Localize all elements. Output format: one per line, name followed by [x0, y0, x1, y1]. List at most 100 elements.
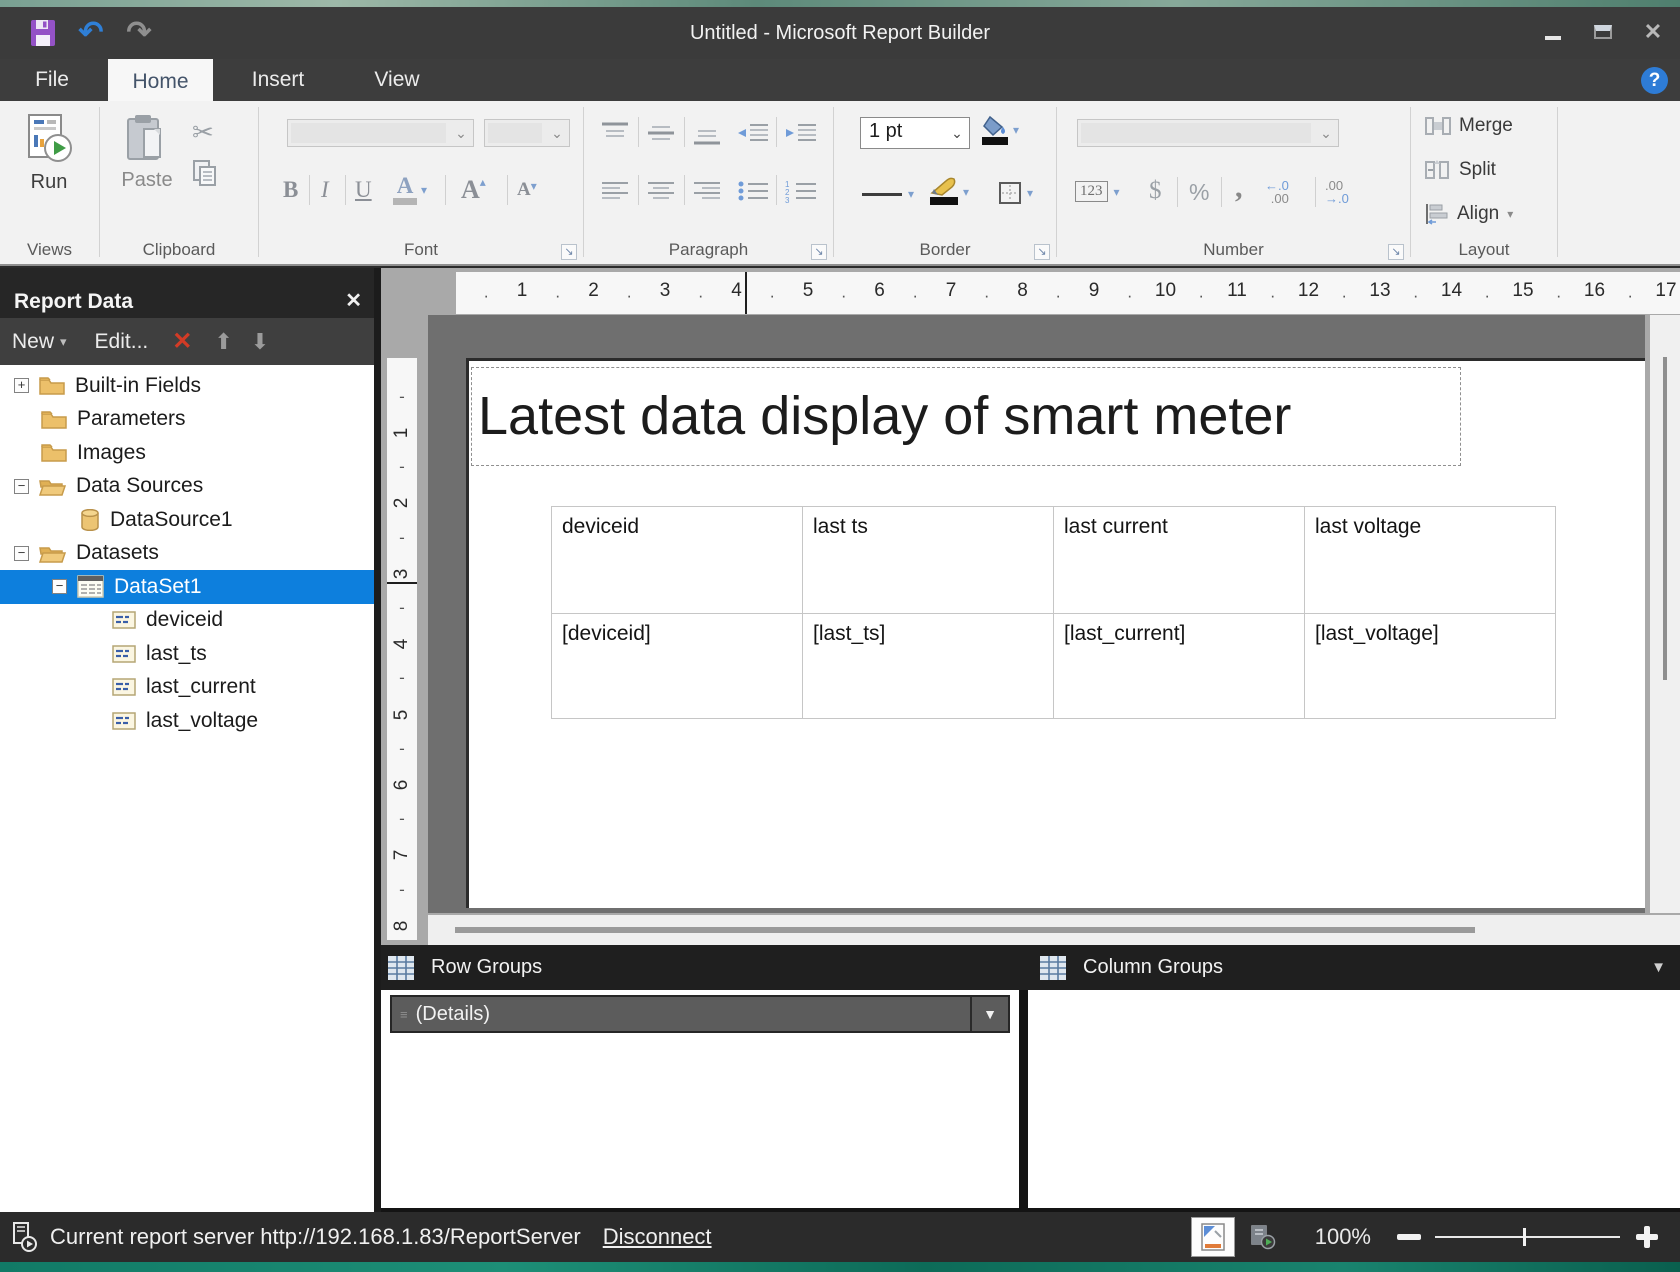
- run-button[interactable]: Run: [12, 113, 86, 194]
- merge-button[interactable]: Merge: [1425, 115, 1513, 137]
- collapse-icon[interactable]: −: [14, 546, 29, 561]
- border-width-select[interactable]: 1 pt ⌄: [860, 117, 970, 149]
- paste-button[interactable]: Paste: [110, 113, 184, 192]
- copy-button[interactable]: [192, 159, 218, 187]
- tree-item-parameters[interactable]: Parameters: [0, 403, 374, 437]
- tree-item-datasets[interactable]: − Datasets: [0, 537, 374, 571]
- minimize-button[interactable]: [1540, 19, 1566, 45]
- report-page[interactable]: Latest data display of smart meter devic…: [466, 358, 1645, 908]
- grow-font-button[interactable]: A▴: [461, 175, 486, 205]
- collapse-icon[interactable]: −: [52, 579, 67, 594]
- tree-item-images[interactable]: Images: [0, 436, 374, 470]
- report-title-textbox[interactable]: Latest data display of smart meter: [471, 367, 1461, 466]
- align-button[interactable]: Align ▾: [1425, 203, 1513, 225]
- numbered-list-button[interactable]: 123: [784, 179, 818, 203]
- align-right-button[interactable]: [692, 179, 722, 203]
- redo-button[interactable]: ↷: [122, 17, 156, 49]
- decrease-indent-button[interactable]: [736, 121, 770, 145]
- disconnect-link[interactable]: Disconnect: [603, 1224, 712, 1250]
- tree-item-data-sources[interactable]: − Data Sources: [0, 470, 374, 504]
- tab-file[interactable]: File: [12, 59, 92, 101]
- design-view-button[interactable]: [1191, 1217, 1235, 1257]
- font-family-select[interactable]: ⌄: [287, 119, 474, 147]
- tree-item-built-in-fields[interactable]: + Built-in Fields: [0, 369, 374, 403]
- tablix-data-cell[interactable]: [last_ts]: [803, 614, 1054, 719]
- collapse-icon[interactable]: −: [14, 479, 29, 494]
- tab-view[interactable]: View: [352, 59, 442, 101]
- row-groups-pane[interactable]: ≡ (Details) ▼: [381, 990, 1019, 1208]
- tree-item-field-last-current[interactable]: last_current: [0, 671, 374, 705]
- vertical-scrollbar[interactable]: [1650, 315, 1680, 913]
- split-button[interactable]: Split: [1425, 159, 1496, 181]
- edit-button[interactable]: Edit...: [95, 330, 149, 354]
- zoom-out-button[interactable]: [1397, 1234, 1421, 1240]
- decrease-decimal-button[interactable]: .00 →.0: [1325, 179, 1349, 205]
- font-color-button[interactable]: A ▾: [393, 175, 427, 205]
- undo-button[interactable]: ↶: [74, 17, 108, 49]
- vertical-scrollbar-thumb[interactable]: [1663, 357, 1667, 680]
- column-groups-pane[interactable]: [1028, 990, 1680, 1208]
- move-up-button[interactable]: ⬆: [214, 329, 232, 355]
- border-dialog-launcher[interactable]: ↘: [1034, 244, 1050, 260]
- number-format-button[interactable]: 123 ▾: [1075, 181, 1120, 202]
- fill-color-button[interactable]: ▾: [982, 115, 1019, 145]
- horizontal-scrollbar-thumb[interactable]: [455, 927, 1475, 933]
- tablix-header-cell[interactable]: last voltage: [1305, 507, 1556, 614]
- percent-button[interactable]: %: [1189, 179, 1209, 206]
- row-group-menu-button[interactable]: ▼: [970, 997, 1008, 1031]
- paragraph-dialog-launcher[interactable]: ↘: [811, 244, 827, 260]
- currency-button[interactable]: $: [1149, 177, 1162, 205]
- align-center-button[interactable]: [646, 179, 676, 203]
- delete-button[interactable]: ✕: [172, 327, 192, 356]
- border-style-button[interactable]: ▾: [862, 187, 914, 201]
- align-bottom-button[interactable]: [692, 123, 722, 147]
- border-color-button[interactable]: ▾: [930, 175, 969, 205]
- zoom-slider-thumb[interactable]: [1523, 1228, 1526, 1246]
- borders-button[interactable]: ▾: [998, 181, 1033, 205]
- tablix-data-cell[interactable]: [last_voltage]: [1305, 614, 1556, 719]
- new-menu-button[interactable]: New: [12, 330, 54, 354]
- maximize-button[interactable]: [1590, 19, 1616, 45]
- row-group-details-item[interactable]: ≡ (Details) ▼: [390, 995, 1010, 1033]
- horizontal-scrollbar[interactable]: [428, 915, 1680, 945]
- tree-item-field-last-voltage[interactable]: last_voltage: [0, 704, 374, 738]
- tree-item-field-last-ts[interactable]: last_ts: [0, 637, 374, 671]
- tablix-header-cell[interactable]: last ts: [803, 507, 1054, 614]
- panel-close-button[interactable]: ✕: [345, 288, 362, 313]
- bold-button[interactable]: B: [283, 177, 298, 203]
- zoom-slider[interactable]: [1435, 1236, 1620, 1238]
- font-dialog-launcher[interactable]: ↘: [561, 244, 577, 260]
- number-format-select[interactable]: ⌄: [1077, 119, 1339, 147]
- cut-button[interactable]: ✂: [192, 117, 214, 148]
- tab-home[interactable]: Home: [108, 59, 213, 105]
- tree-item-dataset1-selected[interactable]: − DataSet1: [0, 570, 374, 604]
- italic-button[interactable]: I: [321, 177, 329, 203]
- save-button[interactable]: [26, 17, 60, 49]
- align-left-button[interactable]: [600, 179, 630, 203]
- comma-button[interactable]: ,: [1235, 171, 1243, 205]
- tablix[interactable]: deviceidlast tslast currentlast voltage[…: [551, 506, 1556, 719]
- align-top-button[interactable]: [600, 121, 630, 145]
- close-button[interactable]: ✕: [1640, 19, 1666, 45]
- increase-decimal-button[interactable]: ←.0 .00: [1265, 179, 1289, 205]
- expand-icon[interactable]: +: [14, 378, 29, 393]
- run-view-button[interactable]: [1241, 1217, 1285, 1257]
- tree-item-field-deviceid[interactable]: deviceid: [0, 604, 374, 638]
- underline-button[interactable]: U: [355, 177, 372, 203]
- tree-item-datasource1[interactable]: DataSource1: [0, 503, 374, 537]
- number-dialog-launcher[interactable]: ↘: [1388, 244, 1404, 260]
- font-size-select[interactable]: ⌄: [484, 119, 570, 147]
- tablix-data-cell[interactable]: [last_current]: [1054, 614, 1305, 719]
- shrink-font-button[interactable]: A▾: [517, 179, 537, 201]
- tablix-header-cell[interactable]: deviceid: [552, 507, 803, 614]
- grouping-pane-collapse-button[interactable]: ▼: [1651, 959, 1666, 976]
- bullet-list-button[interactable]: [736, 179, 770, 203]
- zoom-in-button[interactable]: [1636, 1226, 1658, 1248]
- increase-indent-button[interactable]: [784, 121, 818, 145]
- help-button[interactable]: ?: [1641, 67, 1668, 94]
- move-down-button[interactable]: ⬇: [251, 329, 269, 355]
- tab-insert[interactable]: Insert: [228, 59, 328, 101]
- tablix-data-cell[interactable]: [deviceid]: [552, 614, 803, 719]
- tablix-header-cell[interactable]: last current: [1054, 507, 1305, 614]
- align-middle-button[interactable]: [646, 121, 676, 145]
